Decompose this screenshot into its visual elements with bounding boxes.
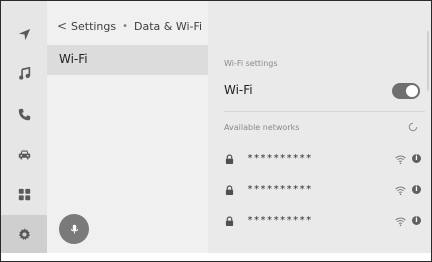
network-row[interactable]: ********** i bbox=[208, 151, 431, 171]
network-row[interactable]: ********** i bbox=[208, 182, 431, 202]
back-button[interactable]: < bbox=[57, 19, 71, 33]
network-name: ********** bbox=[247, 215, 313, 226]
lock-icon bbox=[225, 185, 234, 195]
wifi-signal-icon bbox=[395, 217, 406, 227]
rail-music[interactable] bbox=[1, 54, 47, 92]
screen-frame: < Settings • Data & Wi-Fi Wi-Fi Wi-Fi se… bbox=[0, 0, 432, 262]
wifi-toggle[interactable] bbox=[392, 83, 420, 99]
section-divider bbox=[224, 111, 425, 112]
loading-spinner-icon bbox=[408, 122, 418, 132]
toggle-knob bbox=[406, 85, 418, 97]
menu-item-wifi[interactable]: Wi-Fi bbox=[47, 45, 208, 75]
rail-vehicle[interactable] bbox=[1, 135, 47, 173]
breadcrumb: < Settings • Data & Wi-Fi bbox=[57, 19, 202, 33]
rail-phone[interactable] bbox=[1, 95, 47, 133]
menu-item-label: Wi-Fi bbox=[59, 52, 88, 66]
wifi-settings-title: Wi-Fi settings bbox=[224, 59, 278, 68]
network-name: ********** bbox=[247, 184, 313, 195]
music-icon bbox=[18, 66, 30, 80]
wifi-signal-icon bbox=[395, 155, 406, 165]
navigation-icon bbox=[18, 28, 30, 40]
wifi-signal-icon bbox=[395, 186, 406, 196]
wifi-toggle-label: Wi-Fi bbox=[224, 83, 253, 97]
phone-icon bbox=[18, 108, 30, 120]
network-name: ********** bbox=[247, 153, 313, 164]
network-row[interactable]: ********** i bbox=[208, 213, 431, 233]
breadcrumb-current: Data & Wi-Fi bbox=[134, 19, 203, 33]
rail-navigation[interactable] bbox=[1, 15, 47, 53]
right-panel: Wi-Fi settings Wi-Fi Available networks … bbox=[208, 1, 431, 253]
apps-icon bbox=[18, 188, 30, 200]
available-networks-title: Available networks bbox=[224, 123, 300, 132]
network-info-button[interactable]: i bbox=[412, 216, 421, 225]
network-info-button[interactable]: i bbox=[412, 154, 421, 163]
lock-icon bbox=[225, 154, 234, 164]
left-panel: < Settings • Data & Wi-Fi Wi-Fi bbox=[47, 1, 208, 253]
car-icon bbox=[18, 149, 30, 159]
lock-icon bbox=[225, 216, 234, 226]
network-info-button[interactable]: i bbox=[412, 185, 421, 194]
breadcrumb-parent[interactable]: Settings bbox=[71, 20, 116, 33]
breadcrumb-separator: • bbox=[122, 20, 129, 32]
rail-settings[interactable] bbox=[1, 215, 47, 253]
voice-button[interactable] bbox=[59, 214, 89, 244]
settings-icon bbox=[18, 227, 30, 240]
microphone-icon bbox=[70, 224, 78, 234]
scrollbar[interactable] bbox=[427, 31, 429, 91]
side-rail bbox=[1, 1, 47, 253]
rail-apps[interactable] bbox=[1, 175, 47, 213]
